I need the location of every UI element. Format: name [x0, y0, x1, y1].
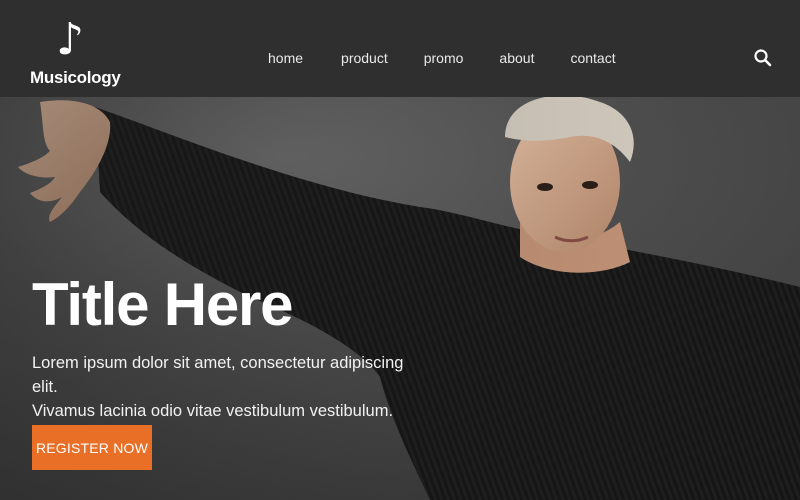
- hero-subtitle-line-1: Lorem ipsum dolor sit amet, consectetur …: [32, 354, 404, 396]
- brand-name: Musicology: [30, 68, 121, 87]
- nav-item-home[interactable]: home: [268, 49, 303, 67]
- hero-subtitle-line-2: Vivamus lacinia odio vitae vestibulum ve…: [32, 402, 394, 420]
- nav-item-promo[interactable]: promo: [424, 49, 464, 67]
- music-note-icon: ♪: [56, 14, 85, 65]
- nav-item-about[interactable]: about: [499, 49, 534, 67]
- nav-item-product[interactable]: product: [341, 49, 388, 67]
- search-icon[interactable]: [752, 47, 774, 69]
- site-header: ♪ Musicology home product promo about co…: [0, 0, 800, 97]
- hero-subtitle: Lorem ipsum dolor sit amet, consectetur …: [32, 351, 432, 423]
- brand-logo[interactable]: ♪ Musicology: [30, 14, 121, 94]
- hero-section: Title Here Lorem ipsum dolor sit amet, c…: [0, 97, 800, 500]
- register-now-button[interactable]: REGISTER NOW: [32, 425, 152, 470]
- nav-item-contact[interactable]: contact: [570, 49, 615, 67]
- hero-title: Title Here: [32, 271, 294, 338]
- main-nav: home product promo about contact: [268, 49, 616, 67]
